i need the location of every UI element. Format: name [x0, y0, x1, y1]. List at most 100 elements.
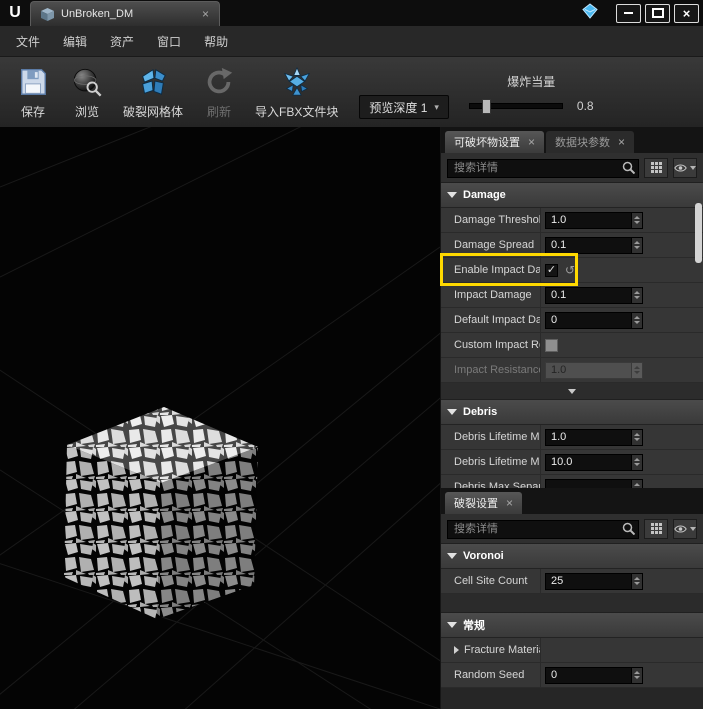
- menu-help[interactable]: 帮助: [204, 33, 228, 50]
- number-field[interactable]: [545, 479, 643, 489]
- property-label: Impact Resistance: [441, 358, 541, 382]
- menu-asset[interactable]: 资产: [110, 33, 134, 50]
- search-row: [441, 514, 703, 544]
- property-row-impact-resistance: Impact Resistance 1.0: [441, 358, 703, 383]
- minimize-button[interactable]: [616, 4, 641, 23]
- number-field[interactable]: 1.0: [545, 212, 643, 229]
- search-icon: [622, 522, 635, 535]
- explode-amount-slider[interactable]: [469, 103, 563, 109]
- category-header-voronoi[interactable]: Voronoi: [441, 544, 703, 569]
- menu-file[interactable]: 文件: [16, 33, 40, 50]
- property-label: Custom Impact Resistance: [441, 333, 541, 357]
- tab-label: 破裂设置: [454, 495, 498, 511]
- tab-fracture-settings[interactable]: 破裂设置 ×: [445, 492, 522, 514]
- collapse-arrow-icon: [447, 553, 457, 559]
- property-row-custom-impact-resistance: Custom Impact Resistance: [441, 333, 703, 358]
- property-row-fracture-material: Fracture Material: [441, 638, 703, 663]
- fracture-mesh-button[interactable]: 破裂网格体: [114, 61, 192, 123]
- spinner-arrows-icon[interactable]: [631, 430, 642, 445]
- search-row: [441, 153, 703, 183]
- number-field[interactable]: 0: [545, 312, 643, 329]
- checkbox-checked[interactable]: ✓: [545, 264, 558, 277]
- chevron-down-icon: [690, 166, 696, 170]
- viewport-grid: [0, 127, 440, 709]
- search-icon: [622, 161, 635, 174]
- destructible-settings-panel: 可破坏物设置 × 数据块参数 ×: [441, 127, 703, 488]
- display-filter-button[interactable]: [644, 158, 668, 178]
- display-filter-button[interactable]: [644, 519, 668, 539]
- spinner-arrows-icon[interactable]: [631, 480, 642, 489]
- checkbox-unchecked[interactable]: [545, 339, 558, 352]
- spinner-arrows-icon[interactable]: [631, 288, 642, 303]
- minimize-icon: [624, 12, 633, 14]
- tab-chunk-parameters[interactable]: 数据块参数 ×: [546, 131, 634, 153]
- spinner-arrows-icon[interactable]: [631, 574, 642, 589]
- category-header-damage[interactable]: Damage: [441, 183, 703, 208]
- expand-down-icon: [568, 389, 576, 394]
- save-button[interactable]: 保存: [6, 61, 60, 123]
- tab-label: 可破坏物设置: [454, 134, 520, 150]
- refresh-button[interactable]: 刷新: [192, 61, 246, 123]
- property-label: Damage Threshold: [441, 208, 541, 232]
- category-header-general[interactable]: 常规: [441, 613, 703, 638]
- unreal-engine-logo: U: [0, 4, 30, 22]
- view-options-button[interactable]: [673, 519, 697, 539]
- category-gap: [441, 594, 703, 613]
- grid-icon: [651, 162, 662, 173]
- maximize-icon: [652, 8, 664, 18]
- number-field[interactable]: 0: [545, 667, 643, 684]
- search-input[interactable]: [447, 159, 639, 178]
- number-field[interactable]: 1.0: [545, 429, 643, 446]
- spinner-arrows-icon[interactable]: [631, 313, 642, 328]
- viewport-canvas: [0, 127, 440, 709]
- spinner-arrows-icon[interactable]: [631, 213, 642, 228]
- unreal-destructible-mesh-editor-window: U UnBroken_DM × × 文件 编辑 资产 窗口 帮助: [0, 0, 703, 709]
- tab-destructible-settings[interactable]: 可破坏物设置 ×: [445, 131, 544, 153]
- explode-amount-control: 爆炸当量 0.8: [469, 73, 594, 113]
- panel-tab-bar: 可破坏物设置 × 数据块参数 ×: [441, 127, 703, 153]
- tab-close-icon[interactable]: ×: [202, 8, 209, 20]
- spinner-arrows-icon[interactable]: [631, 455, 642, 470]
- spinner-arrows-icon: [631, 363, 642, 378]
- menu-window[interactable]: 窗口: [157, 33, 181, 50]
- browse-button[interactable]: 浏览: [60, 61, 114, 123]
- spinner-arrows-icon[interactable]: [631, 238, 642, 253]
- scrollbar-thumb[interactable]: [695, 203, 702, 263]
- view-options-button[interactable]: [673, 158, 697, 178]
- number-field[interactable]: 10.0: [545, 454, 643, 471]
- advanced-properties-expander[interactable]: [441, 383, 703, 400]
- property-row-cell-site-count: Cell Site Count 25: [441, 569, 703, 594]
- fracture-settings-panel: 破裂设置 × Voronoi: [441, 488, 703, 709]
- tab-close-icon[interactable]: ×: [528, 136, 535, 148]
- 3d-viewport[interactable]: [0, 127, 440, 709]
- eye-icon: [674, 524, 687, 534]
- number-field[interactable]: 25: [545, 573, 643, 590]
- close-button[interactable]: ×: [674, 4, 699, 23]
- gem-icon[interactable]: [582, 3, 598, 24]
- collapse-arrow-icon: [447, 622, 457, 628]
- slider-handle[interactable]: [482, 99, 491, 114]
- asset-tab[interactable]: UnBroken_DM ×: [30, 1, 220, 26]
- menu-bar: 文件 编辑 资产 窗口 帮助: [0, 26, 703, 57]
- property-row-debris-max-separation-clipped: Debris Max Separation: [441, 475, 703, 488]
- maximize-button[interactable]: [645, 4, 670, 23]
- explode-amount-label: 爆炸当量: [469, 73, 594, 90]
- tab-close-icon[interactable]: ×: [506, 497, 513, 509]
- search-input[interactable]: [447, 520, 639, 539]
- number-field-disabled: 1.0: [545, 362, 643, 379]
- expand-right-icon[interactable]: [454, 646, 459, 654]
- property-label: Fracture Material: [441, 638, 541, 662]
- preview-depth-dropdown[interactable]: 预览深度 1 ▾: [359, 95, 449, 119]
- search-details-box: [447, 158, 639, 177]
- number-field[interactable]: 0.1: [545, 287, 643, 304]
- tab-close-icon[interactable]: ×: [618, 136, 625, 148]
- import-fbx-chunks-button[interactable]: 导入FBX文件块: [246, 61, 347, 123]
- category-header-debris[interactable]: Debris: [441, 400, 703, 425]
- spinner-arrows-icon[interactable]: [631, 668, 642, 683]
- number-field[interactable]: 0.1: [545, 237, 643, 254]
- title-bar: U UnBroken_DM × ×: [0, 0, 703, 26]
- collapse-arrow-icon: [447, 192, 457, 198]
- refresh-icon: [201, 64, 237, 100]
- menu-edit[interactable]: 编辑: [63, 33, 87, 50]
- reset-to-default-icon[interactable]: ↺: [565, 264, 575, 276]
